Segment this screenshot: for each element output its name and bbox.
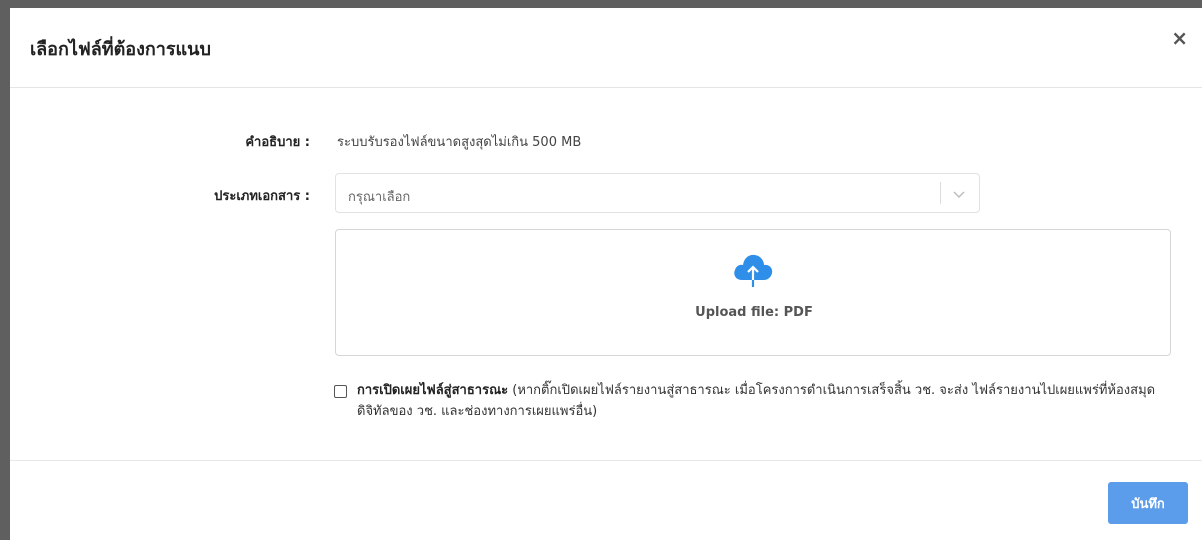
- description-value: ระบบรับรองไฟล์ขนาดสูงสุดไม่เกิน 500 MB: [337, 135, 582, 150]
- footer-divider: [10, 460, 1202, 461]
- page-backdrop-side: [0, 0, 10, 540]
- upload-dropzone[interactable]: Upload file: PDF: [335, 229, 1171, 356]
- chevron-down-icon[interactable]: [949, 184, 969, 204]
- public-disclosure-checkbox[interactable]: [334, 385, 347, 398]
- doc-type-placeholder: กรุณาเลือก: [348, 190, 411, 205]
- select-divider: [940, 182, 941, 204]
- public-disclosure-text: การเปิดเผยไฟล์สู่สาธารณะ (หากติ๊กเปิดเผย…: [357, 380, 1187, 422]
- close-icon[interactable]: ×: [1171, 28, 1188, 48]
- attach-file-modal: เลือกไฟล์ที่ต้องการแนบ × คำอธิบาย : ระบบ…: [10, 8, 1202, 540]
- modal-header: เลือกไฟล์ที่ต้องการแนบ ×: [10, 8, 1202, 88]
- disclosure-title[interactable]: การเปิดเผยไฟล์สู่สาธารณะ: [357, 383, 508, 398]
- doc-type-label: ประเภทเอกสาร :: [214, 189, 310, 204]
- doc-type-select[interactable]: กรุณาเลือก: [335, 173, 980, 213]
- description-label: คำอธิบาย :: [245, 135, 310, 150]
- cloud-upload-icon: [734, 254, 773, 287]
- modal-title: เลือกไฟล์ที่ต้องการแนบ: [30, 39, 211, 60]
- upload-label: Upload file: PDF: [695, 305, 813, 320]
- save-button[interactable]: บันทึก: [1108, 482, 1188, 524]
- page-backdrop: [0, 0, 1202, 8]
